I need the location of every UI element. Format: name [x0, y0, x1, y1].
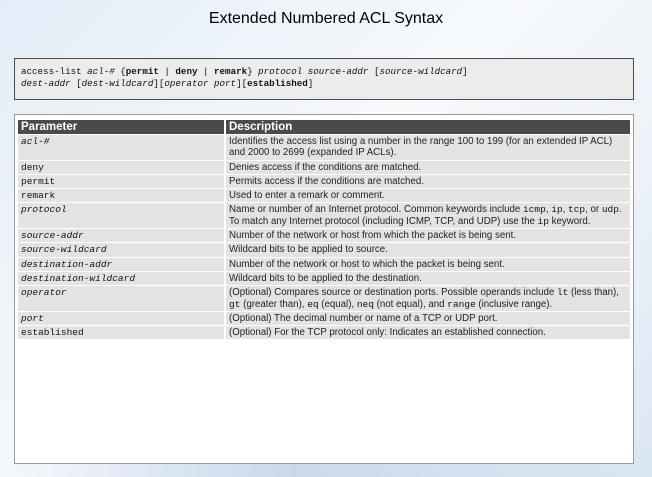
keyword-code: eq — [307, 298, 319, 310]
description-cell: (Optional) The decimal number or name of… — [225, 310, 630, 326]
table-row: established (Optional) For the TCP protoc… — [18, 325, 630, 340]
syntax-token: } — [247, 66, 259, 77]
parameter-cell: remark — [18, 188, 226, 203]
description-text: (greater than), — [240, 298, 308, 310]
syntax-token: [ — [70, 78, 82, 89]
table-row: acl-# Identifies the access list using a … — [18, 134, 630, 161]
description-text: Name or number of an Internet protocol. … — [229, 204, 523, 216]
parameter-cell: deny — [18, 159, 226, 175]
syntax-token: | — [158, 66, 176, 77]
parameter-cell: operator — [18, 285, 226, 312]
syntax-token: [ — [368, 66, 380, 77]
syntax-token: deny — [175, 66, 198, 77]
keyword-code: ip — [551, 204, 563, 216]
parameter-table-container: Parameter Description acl-# Identifies th… — [14, 114, 634, 464]
parameter-cell: protocol — [18, 202, 226, 229]
description-cell: Number of the network or host from which… — [225, 228, 630, 243]
table-row: deny Denies access if the conditions are … — [18, 159, 630, 175]
syntax-box: access-list acl-# {permit | deny | remar… — [14, 58, 634, 100]
syntax-token: ][ — [153, 78, 165, 89]
description-cell: (Optional) Compares source or destinatio… — [225, 285, 630, 312]
description-text: Identifies the access list using a numbe… — [229, 136, 613, 159]
description-text: Permits access if the conditions are mat… — [229, 175, 424, 187]
table-body: acl-# Identifies the access list using a … — [18, 134, 630, 340]
description-text: , or — [585, 204, 602, 216]
description-text: Number of the network or host to which t… — [229, 258, 505, 270]
description-text: (Optional) The decimal number or name of… — [229, 312, 498, 324]
table-row: source-wildcard Wildcard bits to be appli… — [18, 242, 630, 258]
syntax-token: { — [114, 66, 126, 77]
page-title: Extended Numbered ACL Syntax — [208, 10, 444, 27]
table-row: source-addr Number of the network or host… — [18, 228, 630, 243]
syntax-token: ][ — [236, 78, 248, 89]
keyword-code: tcp — [568, 204, 586, 216]
description-text: Wildcard bits to be applied to the desti… — [229, 272, 422, 284]
keyword-code: icmp — [523, 204, 546, 216]
keyword-code: udp — [601, 204, 619, 216]
syntax-line-2: dest-addr [dest-wildcard][operator port]… — [21, 78, 627, 90]
syntax-token: dest-addr — [21, 78, 71, 89]
parameter-cell: established — [18, 325, 226, 340]
table-row: destination-wildcard Wildcard bits to be … — [18, 270, 630, 286]
description-cell: Number of the network or host to which t… — [225, 256, 630, 272]
table-row: port (Optional) The decimal number or nam… — [18, 310, 630, 326]
description-text: (Optional) Compares source or destinatio… — [229, 287, 557, 299]
syntax-token: | — [197, 66, 215, 77]
description-text: Denies access if the conditions are matc… — [229, 161, 422, 173]
syntax-token: operator port — [164, 78, 237, 89]
parameter-cell: permit — [18, 173, 226, 189]
table-row: destination-addr Number of the network or… — [18, 256, 630, 272]
syntax-line-1: access-list acl-# {permit | deny | remar… — [21, 66, 627, 78]
description-cell: (Optional) For the TCP protocol only: In… — [225, 325, 630, 340]
parameter-cell: source-addr — [18, 228, 226, 243]
keyword-code: gt — [229, 298, 241, 310]
description-text: (not equal), and — [373, 298, 448, 310]
description-text: Used to enter a remark or comment. — [229, 190, 385, 202]
parameter-cell: port — [18, 310, 226, 326]
parameter-table: Parameter Description acl-# Identifies th… — [18, 120, 630, 340]
description-cell: Wildcard bits to be applied to the desti… — [225, 270, 630, 286]
table-row: remark Used to enter a remark or comment. — [18, 188, 630, 203]
description-text: Wildcard bits to be applied to source. — [229, 244, 388, 256]
description-text: (Optional) For the TCP protocol only: In… — [229, 327, 546, 339]
description-cell: Denies access if the conditions are matc… — [225, 159, 630, 175]
description-cell: Permits access if the conditions are mat… — [225, 173, 630, 189]
description-text: Number of the network or host from which… — [229, 230, 516, 242]
description-text: keyword. — [548, 215, 591, 227]
description-text: (less than), — [568, 287, 619, 299]
syntax-token: access-list — [21, 66, 88, 77]
syntax-token: dest-wildcard — [81, 78, 154, 89]
syntax-token: established — [247, 78, 308, 89]
description-cell: Identifies the access list using a numbe… — [225, 134, 630, 161]
table-row: permit Permits access if the conditions a… — [18, 173, 630, 189]
syntax-token: source-wildcard — [379, 66, 463, 77]
syntax-token: ] — [462, 66, 468, 77]
parameter-cell: acl-# — [18, 134, 226, 161]
syntax-token: protocol source-addr — [258, 66, 369, 77]
syntax-token: acl-# — [87, 66, 115, 77]
table-row: operator (Optional) Compares source or de… — [18, 285, 630, 312]
description-text: (equal), — [318, 298, 357, 310]
keyword-code: neq — [356, 298, 374, 310]
description-cell: Wildcard bits to be applied to source. — [225, 242, 630, 258]
description-cell: Used to enter a remark or comment. — [225, 188, 630, 203]
parameter-cell: source-wildcard — [18, 242, 226, 258]
header-parameter: Parameter — [18, 120, 226, 135]
description-text: (inclusive range). — [475, 298, 553, 310]
table-header-row: Parameter Description — [18, 120, 630, 135]
table-row: protocol Name or number of an Internet pr… — [18, 202, 630, 229]
syntax-token: remark — [214, 66, 248, 77]
description-cell: Name or number of an Internet protocol. … — [225, 202, 630, 229]
keyword-code: range — [447, 298, 476, 310]
syntax-token: permit — [125, 66, 159, 77]
parameter-cell: destination-wildcard — [18, 270, 226, 286]
parameter-cell: destination-addr — [18, 256, 226, 272]
keyword-code: ip — [537, 215, 549, 227]
header-description: Description — [225, 120, 630, 135]
syntax-token: ] — [307, 78, 314, 89]
keyword-code: lt — [556, 287, 569, 299]
